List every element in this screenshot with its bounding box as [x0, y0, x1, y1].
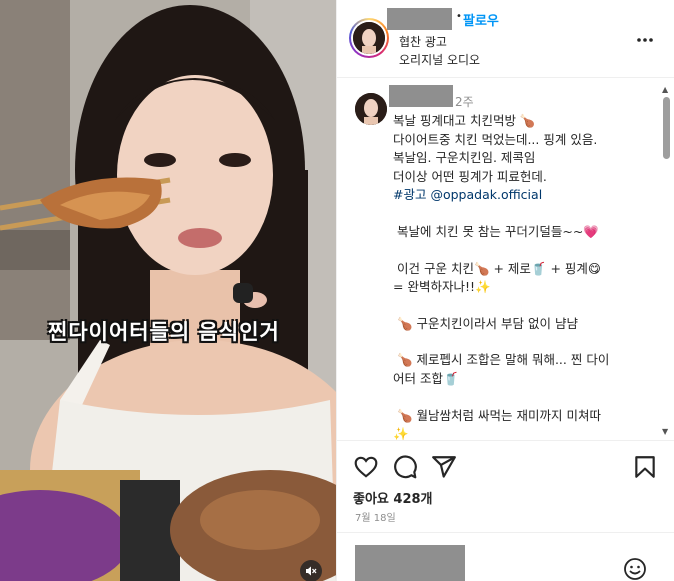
caption-line: 🍗 제로펩시 조합은 말해 뭐해... 찐 다이	[397, 352, 610, 368]
caption-line: 더이상 어떤 핑계가 피료헌데.	[393, 168, 547, 184]
send-icon[interactable]	[431, 454, 459, 482]
smiley-icon[interactable]	[623, 557, 649, 581]
comments-scrollbar[interactable]: ▲ ▼	[660, 79, 672, 441]
scroll-down-arrow-icon[interactable]: ▼	[662, 427, 668, 436]
more-dots-icon[interactable]	[633, 28, 657, 52]
hashtag-link[interactable]: #광고	[393, 187, 426, 202]
original-audio-link[interactable]: 오리지널 오디오	[399, 51, 480, 68]
like-count[interactable]: 좋아요 428개	[353, 488, 433, 507]
post-header: • 팔로우 협찬 광고 오리지널 오디오	[337, 0, 674, 78]
bookmark-icon[interactable]	[632, 454, 660, 482]
caption-line: = 완벽하자나!!✨	[393, 279, 491, 295]
avatar[interactable]	[349, 18, 389, 58]
caption-avatar[interactable]	[355, 93, 387, 125]
caption-line: 어터 조합🥤	[393, 370, 459, 386]
post-media[interactable]: 찐다이어터들의 음식인거	[0, 0, 336, 581]
caption-line: 복날임. 구운치킨임. 제콕임	[393, 150, 536, 166]
username-redacted[interactable]	[387, 8, 452, 30]
caption-text: 복날 핑계대고 치킨먹방 🍗 다이어트중 치킨 먹었는데... 핑계 있음. 복…	[393, 112, 661, 441]
caption-timestamp[interactable]: 2주	[455, 93, 474, 110]
caption-line: 복날 핑계대고 치킨먹방 🍗	[393, 113, 536, 128]
mention-link[interactable]: @oppadak.official	[430, 187, 542, 202]
media-scene-image	[0, 0, 336, 581]
add-comment-bar	[337, 532, 674, 581]
heart-icon[interactable]	[353, 454, 381, 482]
video-overlay-caption: 찐다이어터들의 음식인거	[48, 320, 280, 344]
add-comment-redacted[interactable]	[355, 545, 465, 581]
post-date[interactable]: 7월 18일	[355, 509, 396, 524]
caption-line: ✨	[393, 426, 409, 441]
caption-line: 다이어트중 치킨 먹었는데... 핑계 있음.	[393, 131, 598, 147]
scroll-up-arrow-icon[interactable]: ▲	[662, 85, 668, 94]
speaker-muted-icon[interactable]	[300, 560, 322, 581]
post-action-bar	[337, 452, 674, 484]
paid-partnership-label[interactable]: 협찬 광고	[399, 33, 447, 50]
separator-dot: •	[456, 11, 462, 22]
follow-button[interactable]: 팔로우	[463, 10, 499, 29]
caption-comment-area[interactable]: 2주 복날 핑계대고 치킨먹방 🍗 다이어트중 치킨 먹었는데... 핑계 있음…	[337, 79, 674, 441]
post-side-panel: • 팔로우 협찬 광고 오리지널 오디오 2주 복날 핑계대고 치킨먹방 🍗 다…	[336, 0, 674, 581]
scrollbar-thumb[interactable]	[663, 97, 670, 159]
caption-line: 이건 구운 치킨🍗 + 제로🥤 + 핑계😋	[397, 260, 601, 276]
caption-line: 🍗 월남쌈처럼 싸먹는 재미까지 미쳐따	[397, 407, 601, 423]
comment-icon[interactable]	[392, 454, 420, 482]
caption-username-redacted[interactable]	[389, 85, 453, 107]
caption-line: 복날에 치킨 못 참는 꾸더기덜들~~💗	[397, 223, 599, 239]
caption-line: 🍗 구운치킨이라서 부담 없이 냠냠	[397, 315, 578, 331]
